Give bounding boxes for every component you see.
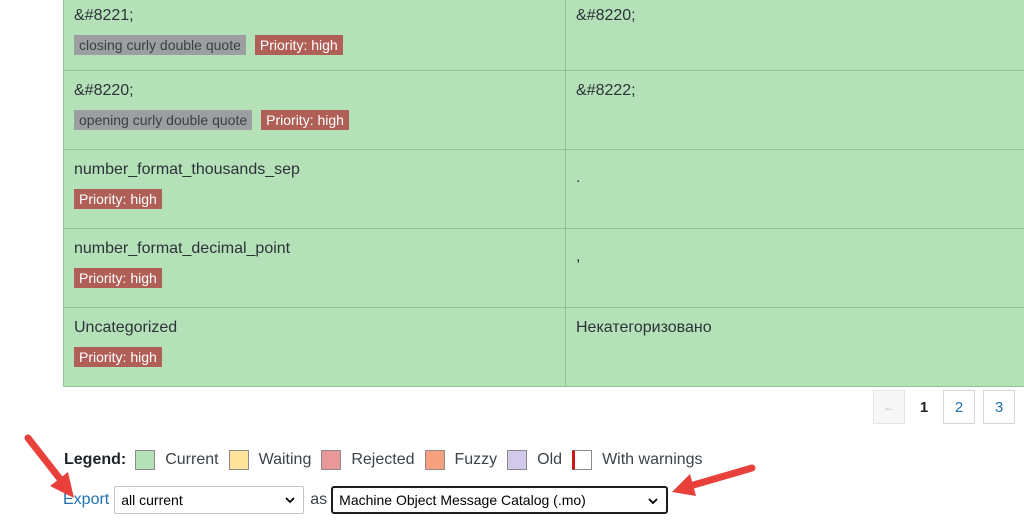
translation-cell[interactable]: ,	[566, 229, 1024, 307]
legend-old: Old	[537, 451, 563, 468]
original-string: Uncategorized	[74, 319, 178, 336]
priority-badge: Priority: high	[74, 347, 162, 367]
page-3-link[interactable]: 3	[983, 390, 1015, 424]
export-bar: Export all current as Machine Object Mes…	[63, 486, 669, 514]
original-string: &#8221;	[74, 7, 134, 24]
translation-cell[interactable]: &#8220;	[566, 0, 1024, 70]
table-row[interactable]: number_format_decimal_point Priority: hi…	[64, 229, 1024, 308]
as-label: as	[310, 491, 328, 508]
previous-page-button: ←	[873, 390, 905, 424]
table-row[interactable]: &#8221; closing curly double quote Prior…	[64, 0, 1024, 71]
priority-badge: Priority: high	[261, 110, 349, 130]
translation-cell[interactable]: .	[566, 150, 1024, 228]
original-string: &#8220;	[74, 82, 134, 99]
export-filter-select[interactable]: all current	[114, 486, 305, 514]
legend-fuzzy: Fuzzy	[454, 451, 498, 468]
rejected-swatch	[321, 450, 342, 470]
chevron-down-icon	[285, 497, 295, 504]
translations-table: &#8221; closing curly double quote Prior…	[63, 0, 1024, 387]
old-swatch	[507, 450, 528, 470]
export-format-select[interactable]: Machine Object Message Catalog (.mo)	[331, 486, 669, 514]
table-row[interactable]: &#8220; opening curly double quote Prior…	[64, 71, 1024, 150]
translation-cell[interactable]: Некатегоризовано	[566, 308, 1024, 386]
original-cell: number_format_decimal_point Priority: hi…	[64, 229, 566, 307]
original-cell: number_format_thousands_sep Priority: hi…	[64, 150, 566, 228]
table-row[interactable]: number_format_thousands_sep Priority: hi…	[64, 150, 1024, 229]
waiting-swatch	[228, 450, 249, 470]
original-string: number_format_decimal_point	[74, 240, 291, 257]
annotation-arrow-icon	[672, 464, 756, 496]
translation-string: &#8220;	[576, 7, 636, 24]
original-string: number_format_thousands_sep	[74, 161, 300, 178]
export-format-value: Machine Object Message Catalog (.mo)	[339, 492, 586, 508]
current-page: 1	[919, 398, 929, 416]
fuzzy-swatch	[424, 450, 445, 470]
original-cell: &#8221; closing curly double quote Prior…	[64, 0, 566, 70]
original-cell: Uncategorized Priority: high	[64, 308, 566, 386]
legend-rejected: Rejected	[351, 451, 415, 468]
priority-badge: Priority: high	[74, 268, 162, 288]
status-legend: Legend: Current Waiting Rejected Fuzzy O…	[64, 448, 713, 472]
context-badge: closing curly double quote	[74, 35, 246, 55]
original-cell: &#8220; opening curly double quote Prior…	[64, 71, 566, 149]
chevron-down-icon	[648, 498, 658, 505]
table-row[interactable]: Uncategorized Priority: high Некатегориз…	[64, 308, 1024, 387]
warnings-swatch	[572, 450, 593, 470]
legend-waiting: Waiting	[258, 451, 312, 468]
export-filter-value: all current	[121, 492, 183, 508]
translation-cell[interactable]: &#8222;	[566, 71, 1024, 149]
annotation-arrow-icon	[24, 434, 74, 498]
translation-string: ,	[576, 248, 581, 265]
priority-badge: Priority: high	[254, 35, 343, 55]
translation-string: &#8222;	[576, 82, 636, 99]
translation-string: Некатегоризовано	[576, 319, 712, 336]
page-2-link[interactable]: 2	[943, 390, 975, 424]
pagination: ← 1 2 3	[873, 390, 1015, 424]
legend-current: Current	[165, 451, 219, 468]
priority-badge: Priority: high	[74, 189, 162, 209]
current-swatch	[135, 450, 156, 470]
translation-string: .	[576, 169, 581, 186]
context-badge: opening curly double quote	[74, 110, 253, 130]
